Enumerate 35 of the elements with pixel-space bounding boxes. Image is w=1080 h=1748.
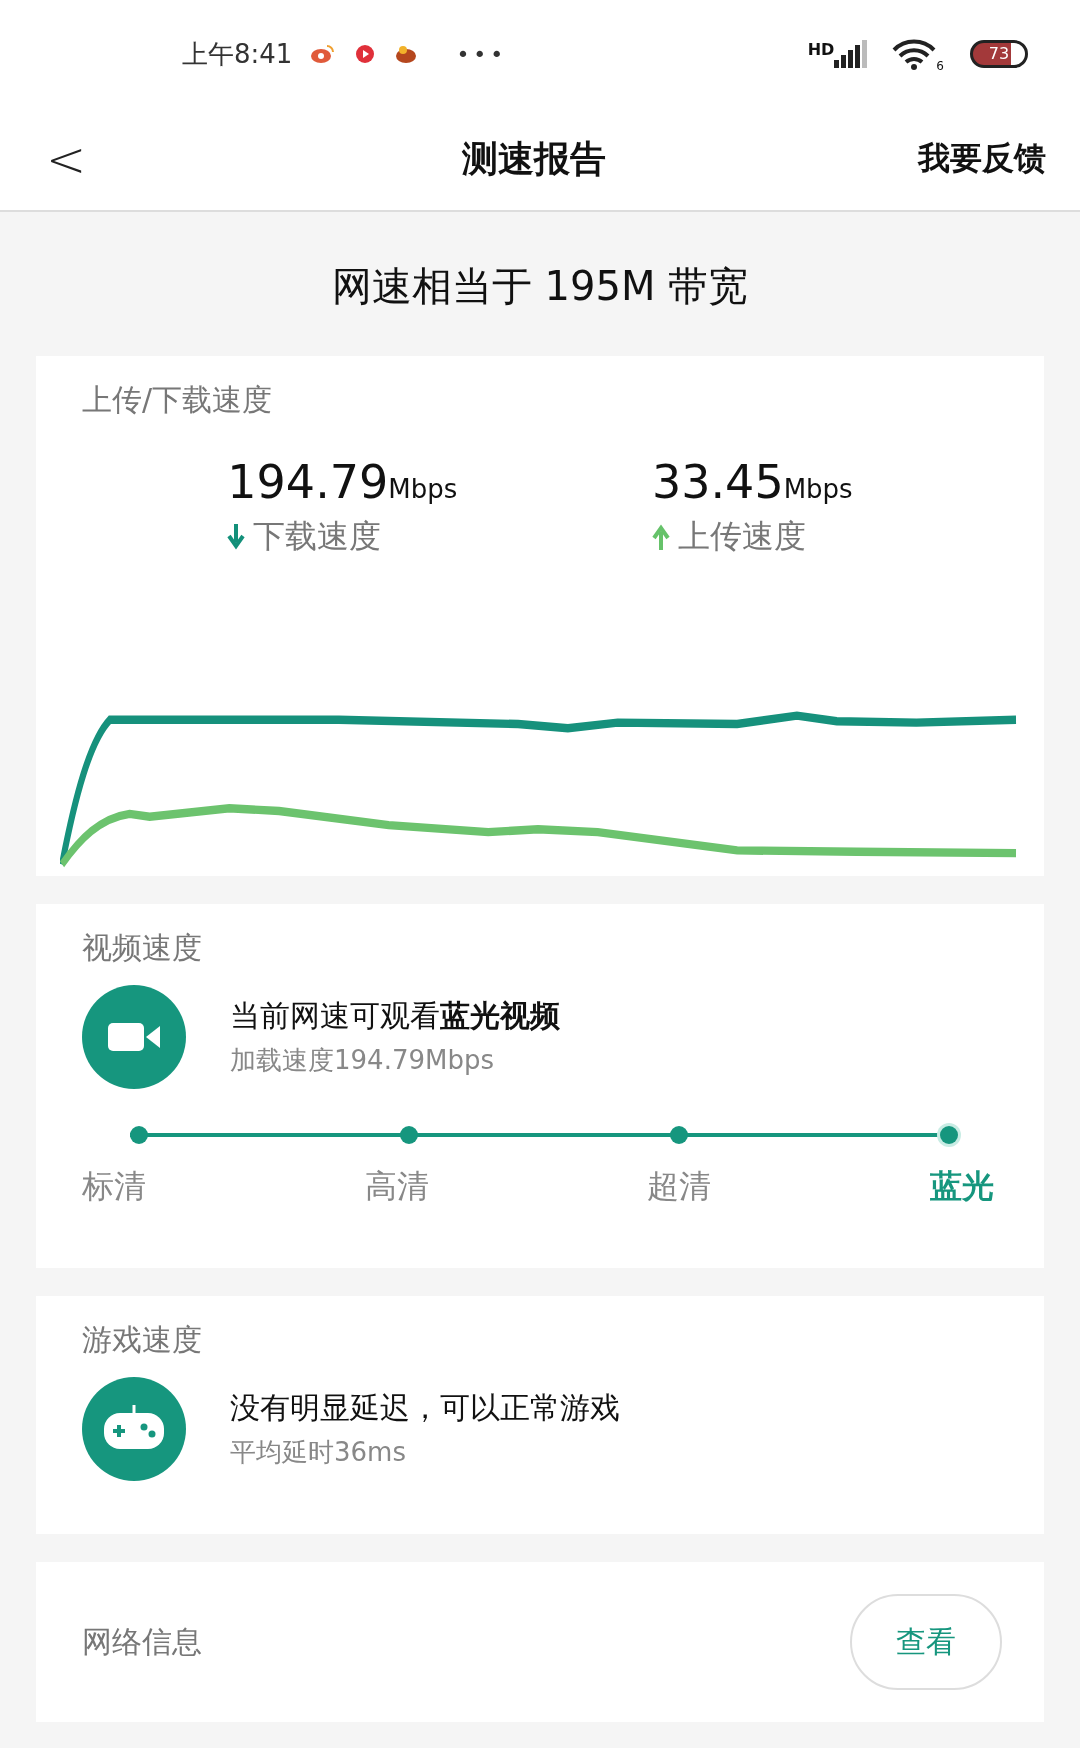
card-title: 视频速度: [82, 929, 203, 967]
speed-label: 下载速度: [253, 516, 382, 557]
network-type: HD: [807, 40, 835, 59]
game-message: 没有明显延迟，可以正常游戏: [230, 1389, 620, 1427]
quality-label: 标清: [82, 1166, 146, 1207]
view-button[interactable]: 查看: [850, 1594, 1002, 1690]
latency-text: 平均延时36ms: [230, 1436, 407, 1469]
bandwidth-headline: 网速相当于 195M 带宽: [330, 262, 750, 311]
quality-label: 超清: [647, 1166, 712, 1207]
speed-value: 33.45 Mbps: [651, 455, 853, 509]
card-title: 网络信息: [82, 1622, 202, 1661]
quality-label: 高清: [364, 1166, 429, 1207]
app-notification-icon: [394, 43, 419, 65]
back-button[interactable]: <: [36, 131, 97, 187]
quality-label: 蓝光: [929, 1166, 994, 1207]
status-time: 上午8:41: [182, 37, 293, 71]
battery-indicator: 73: [970, 40, 1028, 68]
signal-icon: [834, 40, 869, 68]
speed-value: 194.79Mbps: [227, 455, 458, 509]
gamepad-icon: [82, 1377, 186, 1481]
download-arrow-icon: [227, 524, 246, 550]
video-camera-icon: [82, 985, 186, 1089]
video-message: 当前网速可观看蓝光视频: [230, 997, 560, 1035]
wifi-icon: [892, 38, 937, 70]
more-notifications: •••: [456, 41, 508, 67]
upload-arrow-icon: [651, 524, 670, 550]
feedback-button[interactable]: 我要反馈: [912, 136, 1052, 182]
load-speed: 加载速度194.79Mbps: [230, 1044, 495, 1077]
speed-label: 上传速度: [677, 516, 806, 557]
card-title: 游戏速度: [82, 1321, 203, 1359]
page-title: 测速报告: [461, 136, 608, 181]
wifi-standard-label: 6: [936, 59, 944, 73]
card-title: 上传/下载速度: [81, 381, 274, 419]
play-icon: [354, 43, 377, 65]
app-notification-icon: [310, 43, 337, 65]
